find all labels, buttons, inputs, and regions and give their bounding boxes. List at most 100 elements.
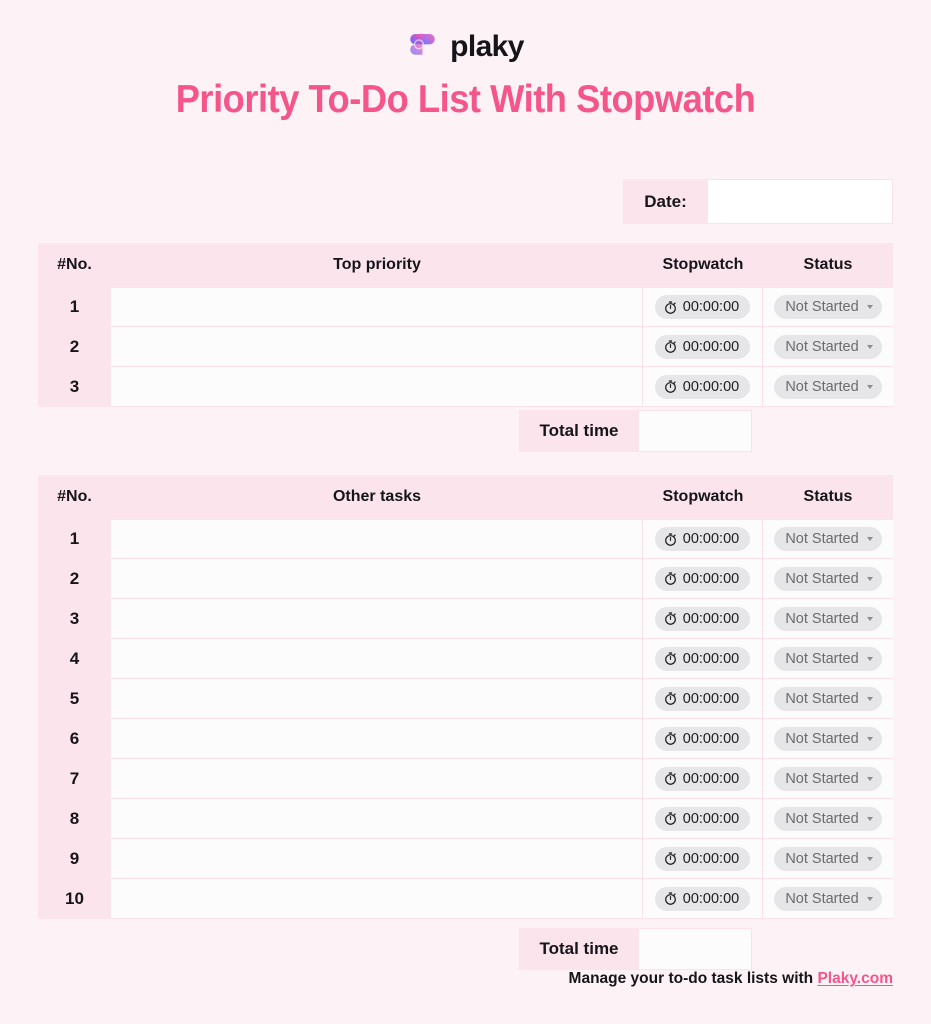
task-input[interactable] [111, 327, 643, 367]
stopwatch-cell: 00:00:00 [643, 639, 763, 679]
stopwatch-button[interactable]: 00:00:00 [654, 334, 751, 359]
stopwatch-cell: 00:00:00 [643, 327, 763, 367]
task-input[interactable] [111, 367, 643, 407]
other-tasks-table-head: #No. Other tasks Stopwatch Status [38, 475, 893, 519]
stopwatch-time: 00:00:00 [682, 570, 740, 587]
status-dropdown[interactable]: Not Started [774, 527, 882, 551]
status-dropdown[interactable]: Not Started [774, 766, 882, 791]
stopwatch-button[interactable]: 00:00:00 [654, 686, 751, 711]
stopwatch-button[interactable]: 00:00:00 [654, 726, 751, 751]
stopwatch-cell: 00:00:00 [643, 519, 763, 559]
status-label: Not Started [785, 890, 859, 907]
status-cell: Not Started [763, 559, 893, 599]
table-row: 4 00:00:00 Not Started [38, 639, 893, 679]
stopwatch-icon [664, 772, 677, 785]
row-number: 1 [38, 519, 111, 559]
stopwatch-icon [664, 732, 677, 745]
brand-header: plaky [0, 0, 931, 62]
status-dropdown[interactable]: Not Started [774, 374, 882, 399]
status-dropdown[interactable]: Not Started [774, 646, 882, 671]
header-task: Top priority [111, 243, 643, 287]
date-label: Date: [623, 179, 708, 224]
row-number: 3 [38, 599, 111, 639]
status-cell: Not Started [763, 879, 893, 919]
status-dropdown[interactable]: Not Started [774, 806, 882, 831]
task-input[interactable] [111, 839, 643, 879]
stopwatch-icon [664, 892, 677, 905]
status-label: Not Started [785, 610, 859, 627]
footer-text: Manage your to-do task lists with [568, 970, 818, 987]
status-dropdown[interactable]: Not Started [774, 886, 882, 911]
status-dropdown[interactable]: Not Started [774, 334, 882, 359]
stopwatch-button[interactable]: 00:00:00 [654, 766, 751, 791]
task-input[interactable] [111, 559, 643, 599]
chevron-down-icon [866, 696, 873, 701]
status-dropdown[interactable]: Not Started [774, 686, 882, 711]
stopwatch-time: 00:00:00 [682, 810, 740, 827]
task-input[interactable] [111, 799, 643, 839]
stopwatch-button[interactable]: 00:00:00 [654, 566, 751, 591]
status-label: Not Started [785, 378, 859, 395]
row-number: 10 [38, 879, 111, 919]
task-input[interactable] [111, 639, 643, 679]
status-cell: Not Started [763, 799, 893, 839]
task-input[interactable] [111, 679, 643, 719]
stopwatch-button[interactable]: 00:00:00 [654, 295, 751, 319]
task-input[interactable] [111, 759, 643, 799]
stopwatch-button[interactable]: 00:00:00 [654, 886, 751, 911]
chevron-down-icon [866, 344, 873, 349]
status-label: Not Started [785, 299, 859, 315]
table-row: 8 00:00:00 Not Started [38, 799, 893, 839]
task-input[interactable] [111, 287, 643, 327]
status-cell: Not Started [763, 839, 893, 879]
status-dropdown[interactable]: Not Started [774, 566, 882, 591]
stopwatch-button[interactable]: 00:00:00 [654, 646, 751, 671]
stopwatch-button[interactable]: 00:00:00 [654, 606, 751, 631]
stopwatch-icon [664, 812, 677, 825]
priority-table-head: #No. Top priority Stopwatch Status [38, 243, 893, 287]
status-cell: Not Started [763, 367, 893, 407]
stopwatch-button[interactable]: 00:00:00 [654, 846, 751, 871]
header-status: Status [763, 475, 893, 519]
task-input[interactable] [111, 519, 643, 559]
status-label: Not Started [785, 570, 859, 587]
stopwatch-time: 00:00:00 [682, 850, 740, 867]
task-input[interactable] [111, 719, 643, 759]
stopwatch-icon [664, 572, 677, 585]
date-input[interactable] [708, 179, 893, 224]
stopwatch-cell: 00:00:00 [643, 839, 763, 879]
header-status: Status [763, 243, 893, 287]
row-number: 2 [38, 559, 111, 599]
table-row: 3 00:00:00 Not Started [38, 599, 893, 639]
table-row: 2 00:00:00 Not Started [38, 559, 893, 599]
stopwatch-time: 00:00:00 [682, 650, 740, 667]
task-input[interactable] [111, 599, 643, 639]
stopwatch-cell: 00:00:00 [643, 287, 763, 327]
other-total-input[interactable] [639, 928, 752, 970]
priority-total-input[interactable] [639, 410, 752, 452]
stopwatch-button[interactable]: 00:00:00 [654, 806, 751, 831]
stopwatch-cell: 00:00:00 [643, 719, 763, 759]
status-dropdown[interactable]: Not Started [774, 726, 882, 751]
stopwatch-button[interactable]: 00:00:00 [654, 374, 751, 399]
task-input[interactable] [111, 879, 643, 919]
header-no: #No. [38, 475, 111, 519]
table-row: 1 00:00:00 Not Started [38, 287, 893, 327]
stopwatch-button[interactable]: 00:00:00 [654, 527, 751, 551]
status-dropdown[interactable]: Not Started [774, 295, 882, 319]
chevron-down-icon [866, 896, 873, 901]
header-stopwatch: Stopwatch [643, 243, 763, 287]
row-number: 2 [38, 327, 111, 367]
stopwatch-time: 00:00:00 [682, 338, 740, 355]
table-row: 6 00:00:00 Not Started [38, 719, 893, 759]
chevron-down-icon [866, 736, 873, 741]
stopwatch-time: 00:00:00 [682, 730, 740, 747]
status-label: Not Started [785, 810, 859, 827]
stopwatch-icon [664, 652, 677, 665]
plaky-link[interactable]: Plaky.com [817, 970, 893, 987]
status-dropdown[interactable]: Not Started [774, 846, 882, 871]
status-dropdown[interactable]: Not Started [774, 606, 882, 631]
chevron-down-icon [866, 816, 873, 821]
priority-table-body: 1 00:00:00 Not Started 2 00:00:00 Not Started… [38, 287, 893, 407]
stopwatch-time: 00:00:00 [682, 890, 740, 907]
